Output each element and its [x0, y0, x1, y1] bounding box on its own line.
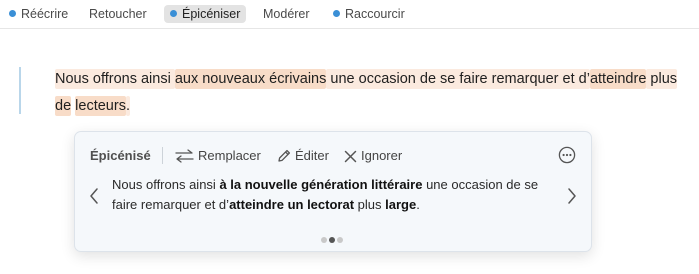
- page-dot-active[interactable]: [329, 237, 335, 243]
- tab-label: Retoucher: [89, 7, 147, 21]
- suggestion-text: Nous offrons ainsi à la nouvelle générat…: [112, 175, 557, 215]
- edit-button[interactable]: Éditer: [277, 146, 329, 166]
- status-dot-icon: [170, 10, 177, 17]
- flagged-phrase[interactable]: lecteurs: [75, 96, 126, 116]
- text-segment: une occasion de se faire remarquer et d’: [326, 69, 590, 89]
- mode-toolbar: Réécrire Retoucher Épicéniser Modérer Ra…: [0, 0, 699, 29]
- text-segment: plus: [354, 197, 386, 212]
- tab-label: Modérer: [263, 7, 310, 21]
- pagination-dots: [321, 230, 345, 243]
- ignore-button[interactable]: Ignorer: [344, 146, 402, 166]
- more-horizontal-circle-icon[interactable]: [558, 146, 576, 164]
- divider: [162, 147, 163, 164]
- close-icon: [344, 150, 357, 163]
- pencil-icon: [278, 149, 291, 162]
- document-paragraph[interactable]: Nous offrons ainsi aux nouveaux écrivain…: [55, 66, 685, 120]
- chevron-right-icon[interactable]: [565, 186, 579, 206]
- chevron-left-icon[interactable]: [87, 186, 101, 206]
- page-dot[interactable]: [321, 237, 327, 243]
- card-title: Épicénisé: [90, 148, 151, 163]
- status-dot-icon: [9, 10, 16, 17]
- flagged-phrase[interactable]: de: [55, 96, 72, 116]
- tab-label: Réécrire: [21, 7, 69, 21]
- replacement-phrase: large: [385, 197, 417, 212]
- paragraph-marker: [19, 67, 21, 114]
- tab-label: Raccourcir: [345, 7, 405, 21]
- suggestion-card: Épicénisé Remplacer Éditer Ignorer Nous …: [74, 131, 592, 252]
- replacement-phrase: atteindre un lectorat: [229, 197, 355, 212]
- ignore-label: Ignorer: [361, 148, 403, 163]
- replacement-phrase: à la nouvelle génération littéraire: [219, 177, 423, 192]
- swap-arrows-icon: [175, 149, 194, 163]
- tab-moderer[interactable]: Modérer: [257, 5, 316, 23]
- replace-label: Remplacer: [198, 148, 261, 163]
- replace-button[interactable]: Remplacer: [175, 146, 261, 166]
- text-segment: Nous offrons ainsi: [112, 177, 220, 192]
- text-segment: plus: [646, 69, 678, 89]
- tab-retoucher[interactable]: Retoucher: [83, 5, 153, 23]
- tab-label: Épicéniser: [182, 7, 241, 21]
- text-segment: Nous offrons ainsi: [55, 69, 175, 89]
- text-segment: .: [125, 96, 130, 116]
- edit-label: Éditer: [295, 148, 329, 163]
- flagged-phrase[interactable]: atteindre: [589, 69, 647, 89]
- status-dot-icon: [333, 10, 340, 17]
- page-dot[interactable]: [337, 237, 343, 243]
- tab-reecrire[interactable]: Réécrire: [3, 5, 74, 23]
- tab-raccourcir[interactable]: Raccourcir: [327, 5, 411, 23]
- flagged-phrase[interactable]: aux nouveaux écrivains: [174, 69, 327, 89]
- text-segment: .: [416, 197, 420, 212]
- tab-epiceniser[interactable]: Épicéniser: [164, 5, 247, 23]
